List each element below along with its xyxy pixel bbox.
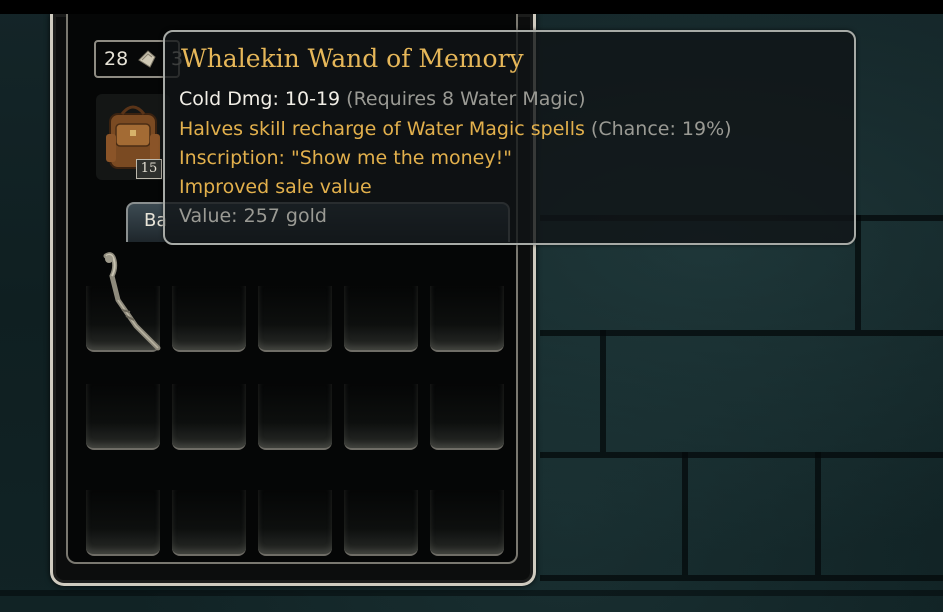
inventory-slot[interactable] (258, 286, 332, 352)
damage-value: Cold Dmg: 10-19 (179, 88, 341, 110)
inventory-slot[interactable] (430, 286, 504, 352)
inventory-slot[interactable] (430, 490, 504, 556)
item-name: Whalekin Wand of Memory (181, 44, 524, 73)
top-screen-border (0, 0, 943, 14)
wall-seam (600, 330, 606, 452)
inventory-slot[interactable] (172, 490, 246, 556)
sale-modifier-line: Improved sale value (179, 176, 372, 198)
wall-seam (682, 452, 688, 575)
inventory-slot[interactable] (258, 490, 332, 556)
inventory-slot[interactable] (172, 384, 246, 450)
recharge-modifier-line: Halves skill recharge of Water Magic spe… (179, 118, 732, 140)
bag-slot-count: 15 (136, 159, 162, 179)
inscription-line: Inscription: "Show me the money!" (179, 147, 512, 169)
game-scene: 28 3 (0, 0, 943, 612)
wall-seam (815, 452, 821, 575)
inventory-slot[interactable] (86, 384, 160, 450)
inventory-slot[interactable] (172, 286, 246, 352)
wall-seam (540, 452, 943, 458)
wall-seam (540, 575, 943, 581)
recharge-modifier: Halves skill recharge of Water Magic spe… (179, 118, 585, 140)
wand-icon[interactable] (96, 250, 168, 354)
inventory-slot[interactable] (86, 490, 160, 556)
inventory-slot[interactable] (258, 384, 332, 450)
damage-requirement: (Requires 8 Water Magic) (346, 88, 586, 110)
inventory-slot[interactable] (430, 384, 504, 450)
inventory-slot[interactable] (344, 384, 418, 450)
money-amount: 28 (104, 48, 129, 70)
inventory-slot[interactable] (344, 490, 418, 556)
coin-sack-icon (136, 48, 158, 70)
wall-seam (0, 590, 943, 596)
damage-line: Cold Dmg: 10-19 (Requires 8 Water Magic) (179, 88, 586, 110)
item-value: Value: 257 gold (179, 205, 327, 227)
recharge-chance: (Chance: 19%) (590, 118, 732, 140)
item-tooltip: Whalekin Wand of Memory Cold Dmg: 10-19 … (163, 30, 856, 245)
inventory-slot[interactable] (344, 286, 418, 352)
